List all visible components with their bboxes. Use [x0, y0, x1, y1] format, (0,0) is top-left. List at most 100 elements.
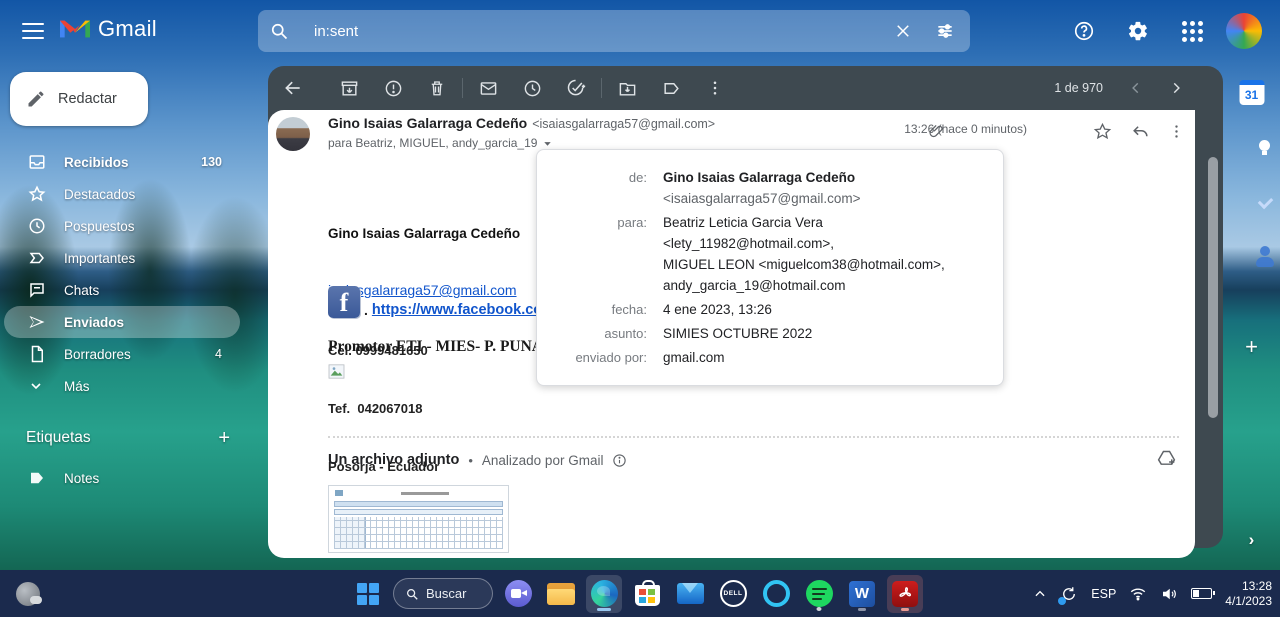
facebook-link[interactable]: https://www.facebook.com/: [372, 302, 559, 318]
details-fecha-label: fecha:: [551, 299, 647, 320]
message-more-icon[interactable]: [1165, 120, 1187, 142]
attachment-section-title: Un archivo adjunto: [328, 452, 459, 468]
label-icon[interactable]: [654, 71, 688, 105]
details-enviado-label: enviado por:: [551, 347, 647, 368]
edge-browser-icon[interactable]: [586, 575, 622, 613]
more-options-icon[interactable]: [698, 71, 732, 105]
search-options-icon[interactable]: [924, 10, 966, 52]
recipients-summary: para Beatriz, MIGUEL, andy_garcia_19: [328, 136, 537, 150]
teams-chat-icon[interactable]: [500, 575, 536, 613]
wifi-icon[interactable]: [1129, 585, 1147, 603]
search-icon[interactable]: [258, 10, 300, 52]
spotify-icon[interactable]: [801, 575, 837, 613]
alexa-app-icon[interactable]: [758, 575, 794, 613]
sidebar-item-recibidos[interactable]: Recibidos 130: [0, 146, 256, 178]
older-email-icon[interactable]: [1169, 81, 1183, 95]
newer-email-icon[interactable]: [1129, 81, 1143, 95]
chevron-down-icon: [28, 378, 46, 394]
sidebar-item-mas[interactable]: Más: [0, 370, 256, 402]
sender-email: <isaiasgalarraga57@gmail.com>: [532, 117, 715, 131]
signature-role: Promotor ETI - MIES- P. PUNA: [328, 338, 543, 356]
onedrive-sync-icon[interactable]: [1060, 585, 1078, 603]
drafts-count: 4: [215, 347, 222, 361]
sidebar-item-borradores[interactable]: Borradores 4: [0, 338, 256, 370]
reply-icon[interactable]: [1129, 120, 1151, 142]
attachment-thumbnail[interactable]: [328, 485, 509, 553]
taskbar-search-icon: [405, 587, 419, 601]
label-tag-icon: [28, 469, 46, 487]
volume-icon[interactable]: [1160, 585, 1178, 603]
clear-search-icon[interactable]: [882, 10, 924, 52]
calendar-icon[interactable]: 31: [1239, 80, 1264, 105]
search-input[interactable]: in:sent: [314, 23, 882, 40]
report-spam-icon[interactable]: [376, 71, 410, 105]
clock-icon: [28, 217, 46, 235]
gmail-logo[interactable]: Gmail: [60, 16, 157, 42]
sender-avatar[interactable]: [276, 117, 310, 151]
vertical-scrollbar[interactable]: [1208, 157, 1218, 418]
archive-icon[interactable]: [332, 71, 366, 105]
details-asunto: SIMIES OCTUBRE 2022: [663, 323, 812, 344]
tray-chevron-up-icon[interactable]: [1033, 587, 1047, 601]
email-timestamp: 13:26 (hace 0 minutos): [904, 122, 1027, 136]
compose-button[interactable]: Redactar: [10, 72, 148, 126]
info-icon[interactable]: [612, 453, 627, 468]
snooze-icon[interactable]: [515, 71, 549, 105]
back-arrow-icon[interactable]: [276, 71, 310, 105]
sidebar-item-destacados[interactable]: Destacados: [0, 178, 256, 210]
details-fecha: 4 ene 2023, 13:26: [663, 299, 772, 320]
sidebar-item-enviados[interactable]: Enviados: [0, 306, 256, 338]
google-apps-icon[interactable]: [1172, 11, 1212, 51]
pencil-icon: [26, 89, 46, 109]
mail-app-icon[interactable]: [672, 575, 708, 613]
help-icon[interactable]: [1064, 11, 1104, 51]
taskbar-clock[interactable]: 13:28 4/1/2023: [1225, 579, 1272, 609]
details-de-name: Gino Isaias Galarraga Cedeño: [663, 167, 861, 188]
details-recipient: <lety_11982@hotmail.com>,: [663, 233, 945, 254]
details-para-label: para:: [551, 212, 647, 296]
acrobat-icon[interactable]: [887, 575, 923, 613]
taskbar-search-label: Buscar: [426, 586, 466, 601]
details-asunto-label: asunto:: [551, 323, 647, 344]
send-icon: [28, 313, 46, 331]
battery-icon[interactable]: [1191, 588, 1212, 599]
file-explorer-icon[interactable]: [543, 575, 579, 613]
start-button[interactable]: [350, 575, 386, 613]
word-icon[interactable]: W: [844, 575, 880, 613]
signature-name: Gino Isaias Galarraga Cedeño: [328, 226, 520, 241]
pagination-label: 1 de 970: [1054, 81, 1103, 95]
chat-bubble-icon: [28, 281, 46, 299]
mark-unread-icon[interactable]: [471, 71, 505, 105]
star-outline-icon[interactable]: [1091, 120, 1113, 142]
gmail-m-icon: [60, 17, 90, 41]
add-to-tasks-icon[interactable]: [559, 71, 593, 105]
settings-gear-icon[interactable]: [1118, 11, 1158, 51]
create-label-icon[interactable]: +: [218, 427, 230, 450]
add-all-to-drive-icon[interactable]: [1156, 448, 1177, 469]
signature-tef: Tef. 042067018: [328, 401, 520, 416]
weather-widget-icon[interactable]: [16, 582, 40, 606]
taskbar-search[interactable]: Buscar: [393, 578, 493, 609]
message-details-popup: de: Gino Isaias Galarraga Cedeño <isaias…: [536, 149, 1004, 386]
sidebar-item-notes[interactable]: Notes: [0, 462, 256, 494]
profile-avatar[interactable]: [1226, 13, 1262, 49]
get-addons-icon[interactable]: +: [1245, 334, 1258, 360]
sidebar-item-chats[interactable]: Chats: [0, 274, 256, 306]
language-indicator[interactable]: ESP: [1091, 587, 1116, 601]
sidebar-item-pospuestos[interactable]: Pospuestos: [0, 210, 256, 242]
hide-side-panel-icon[interactable]: ›: [1249, 530, 1255, 550]
move-to-icon[interactable]: [610, 71, 644, 105]
recipients-row[interactable]: para Beatriz, MIGUEL, andy_garcia_19: [328, 136, 553, 150]
desktop: Gmail in:sent: [0, 0, 1280, 617]
search-bar[interactable]: in:sent: [258, 10, 970, 52]
hamburger-menu-icon[interactable]: [22, 23, 44, 39]
email-toolbar: 1 de 970: [268, 66, 1223, 110]
compose-label: Redactar: [58, 91, 117, 107]
delete-trash-icon[interactable]: [420, 71, 454, 105]
microsoft-store-icon[interactable]: [629, 575, 665, 613]
sidebar-item-importantes[interactable]: Importantes: [0, 242, 256, 274]
show-details-icon[interactable]: [542, 138, 553, 149]
inbox-icon: [28, 153, 46, 171]
important-marker-icon: [28, 249, 46, 267]
dell-app-icon[interactable]: DELL: [715, 575, 751, 613]
